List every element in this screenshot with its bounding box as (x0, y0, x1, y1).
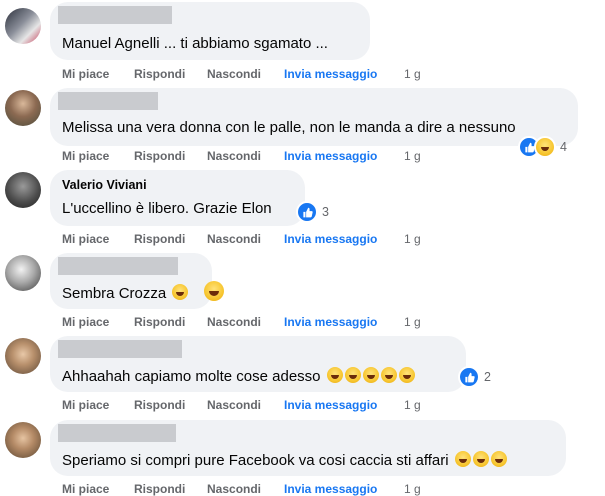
comment-bubble: Valerio Viviani L'uccellino è libero. Gr… (50, 170, 305, 226)
timestamp[interactable]: 1 g (404, 232, 421, 246)
reactions-summary[interactable]: 3 (296, 201, 329, 223)
timestamp[interactable]: 1 g (404, 482, 421, 496)
timestamp[interactable]: 1 g (404, 67, 421, 81)
like-link[interactable]: Mi piace (62, 315, 109, 329)
redacted-author-name (58, 424, 176, 442)
reply-link[interactable]: Rispondi (134, 482, 185, 496)
haha-reaction-icon (534, 136, 556, 158)
comment-text-body: Speriamo si compri pure Facebook va cosi… (62, 452, 449, 469)
timestamp[interactable]: 1 g (404, 398, 421, 412)
send-message-link[interactable]: Invia messaggio (284, 398, 377, 412)
avatar[interactable] (5, 338, 41, 374)
comment-text: Sembra Crozza (62, 284, 189, 302)
reaction-count: 3 (322, 205, 329, 219)
like-link[interactable]: Mi piace (62, 398, 109, 412)
hide-link[interactable]: Nascondi (207, 149, 261, 163)
redacted-author-name (58, 257, 178, 275)
reply-link[interactable]: Rispondi (134, 315, 185, 329)
redacted-author-name (58, 6, 172, 24)
like-reaction-icon (296, 201, 318, 223)
rofl-emoji-icon (362, 367, 379, 383)
timestamp[interactable]: 1 g (404, 149, 421, 163)
reaction-count: 2 (484, 370, 491, 384)
like-link[interactable]: Mi piace (62, 482, 109, 496)
hide-link[interactable]: Nascondi (207, 315, 261, 329)
rofl-emoji-icon (472, 451, 489, 467)
hide-link[interactable]: Nascondi (207, 482, 261, 496)
comment-text-body: Ahhaahah capiamo molte cose adesso (62, 368, 321, 385)
rofl-emoji-icon (398, 367, 415, 383)
avatar[interactable] (5, 90, 41, 126)
hide-link[interactable]: Nascondi (207, 232, 261, 246)
send-message-link[interactable]: Invia messaggio (284, 67, 377, 81)
send-message-link[interactable]: Invia messaggio (284, 315, 377, 329)
laughing-sticker-icon (204, 281, 224, 301)
like-reaction-icon (458, 366, 480, 388)
comment-text-body: Sembra Crozza (62, 285, 167, 302)
comment-text: Manuel Agnelli ... ti abbiamo sgamato ..… (62, 35, 328, 52)
send-message-link[interactable]: Invia messaggio (284, 149, 377, 163)
like-link[interactable]: Mi piace (62, 149, 109, 163)
reply-link[interactable]: Rispondi (134, 398, 185, 412)
reply-link[interactable]: Rispondi (134, 67, 185, 81)
avatar[interactable] (5, 172, 41, 208)
reply-link[interactable]: Rispondi (134, 232, 185, 246)
rofl-emoji-icon (490, 451, 507, 467)
send-message-link[interactable]: Invia messaggio (284, 232, 377, 246)
avatar[interactable] (5, 422, 41, 458)
rofl-emoji-icon (454, 451, 471, 467)
rofl-emoji-icon (326, 367, 343, 383)
reactions-summary[interactable]: 2 (458, 366, 491, 388)
comment-bubble: Melissa una vera donna con le palle, non… (50, 88, 578, 146)
reaction-count: 4 (560, 140, 567, 154)
hide-link[interactable]: Nascondi (207, 67, 261, 81)
like-link[interactable]: Mi piace (62, 232, 109, 246)
rofl-emoji-icon (380, 367, 397, 383)
comment-bubble: Manuel Agnelli ... ti abbiamo sgamato ..… (50, 2, 370, 60)
timestamp[interactable]: 1 g (404, 315, 421, 329)
send-message-link[interactable]: Invia messaggio (284, 482, 377, 496)
redacted-author-name (58, 92, 158, 110)
comment-bubble: Speriamo si compri pure Facebook va cosi… (50, 420, 566, 476)
reply-link[interactable]: Rispondi (134, 149, 185, 163)
reactions-summary[interactable]: 4 (518, 136, 567, 158)
rofl-emoji-icon (172, 284, 189, 300)
comment-text: Melissa una vera donna con le palle, non… (62, 119, 516, 136)
comment-author[interactable]: Valerio Viviani (62, 178, 147, 192)
hide-link[interactable]: Nascondi (207, 398, 261, 412)
comment-text: Speriamo si compri pure Facebook va cosi… (62, 451, 507, 469)
redacted-author-name (58, 340, 182, 358)
rofl-emoji-icon (344, 367, 361, 383)
like-link[interactable]: Mi piace (62, 67, 109, 81)
avatar[interactable] (5, 255, 41, 291)
comment-bubble: Sembra Crozza (50, 253, 212, 309)
comment-bubble: Ahhaahah capiamo molte cose adesso (50, 336, 466, 392)
comment-text: Ahhaahah capiamo molte cose adesso (62, 367, 415, 385)
avatar[interactable] (5, 8, 41, 44)
comment-text: L'uccellino è libero. Grazie Elon (62, 200, 272, 217)
